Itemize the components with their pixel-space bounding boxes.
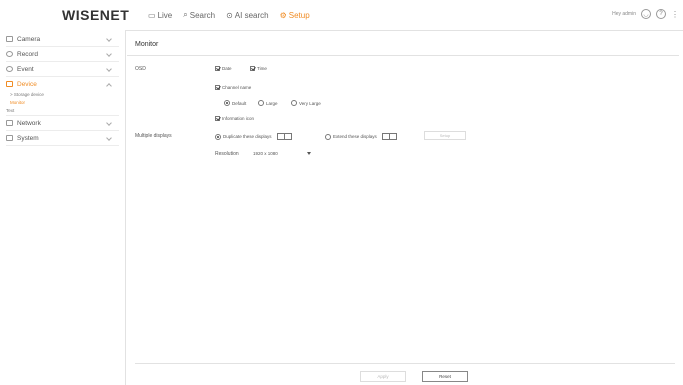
sidebar-item-network[interactable]: Network — [6, 115, 119, 131]
sidebar-sub-storage[interactable]: > Storage device — [10, 91, 125, 99]
camera-icon — [6, 36, 13, 42]
size-default-label: Default — [232, 100, 247, 106]
nav-search-label: Search — [189, 10, 216, 20]
information-icon-label: Information icon — [222, 116, 255, 121]
chevron-down-icon — [106, 120, 112, 126]
sidebar: Camera Record Event Device > Storage dev… — [0, 30, 126, 385]
sidebar-item-device[interactable]: Device — [6, 77, 119, 91]
duplicate-displays-label: Duplicate these displays — [223, 134, 272, 139]
ai-search-icon: ⊙ — [226, 10, 233, 20]
nav-live-label: Live — [157, 10, 173, 20]
sidebar-item-label: System — [17, 134, 39, 142]
size-very-large-label: Very Large — [299, 100, 321, 106]
search-icon: ⌕ — [183, 10, 188, 19]
sidebar-item-label: Device — [17, 80, 37, 88]
size-large-label: Large — [266, 100, 278, 106]
channel-name-label: Channel name — [222, 85, 252, 90]
radio-icon — [258, 100, 264, 106]
sidebar-item-camera[interactable]: Camera — [6, 32, 119, 47]
resolution-select[interactable]: 1920 x 1080 — [253, 149, 313, 158]
top-right: Hey admin ◡ ? ⋮ — [612, 9, 679, 19]
size-large-radio[interactable]: Large — [258, 100, 278, 106]
chevron-down-icon — [106, 51, 112, 57]
sidebar-sub-monitor[interactable]: Monitor — [10, 99, 125, 107]
checkbox-icon — [250, 66, 255, 71]
nav-ai-search[interactable]: ⊙ AI search — [226, 10, 269, 20]
title-divider — [127, 55, 679, 56]
main-panel: Monitor OSD Date Time Channel name Defau… — [127, 30, 683, 385]
sidebar-item-event[interactable]: Event — [6, 62, 119, 77]
chevron-down-icon — [106, 135, 112, 141]
nav-live[interactable]: ▭ Live — [148, 10, 172, 20]
checkbox-icon — [215, 66, 220, 71]
event-icon — [6, 66, 13, 72]
setup-button[interactable]: Setup — [424, 131, 466, 140]
chevron-down-icon — [106, 36, 112, 42]
osd-date-checkbox[interactable]: Date — [215, 66, 232, 71]
gear-icon: ⚙ — [279, 10, 287, 20]
extend-displays-label: Extend these displays — [333, 134, 377, 139]
record-icon — [6, 51, 13, 57]
duplicate-displays-radio[interactable]: Duplicate these displays — [215, 133, 292, 140]
resolution-label: Resolution — [215, 151, 239, 157]
multiple-displays-label: Multiple displays — [135, 133, 172, 139]
sidebar-item-label: Event — [17, 65, 34, 73]
sidebar-item-record[interactable]: Record — [6, 47, 119, 62]
logo: WISENET — [62, 7, 130, 23]
checkbox-icon — [215, 85, 220, 90]
nav-setup-label: Setup — [288, 10, 310, 20]
sidebar-sub-text[interactable]: Text — [6, 107, 125, 115]
dual-monitor-icon — [276, 133, 292, 140]
channel-name-checkbox[interactable]: Channel name — [215, 85, 251, 90]
nav-setup[interactable]: ⚙ Setup — [280, 10, 310, 20]
device-icon — [6, 81, 13, 87]
sidebar-item-label: Record — [17, 50, 38, 58]
apply-button[interactable]: Apply — [360, 371, 406, 382]
top-bar: WISENET ▭ Live ⌕ Search ⊙ AI search ⚙ Setup … — [0, 0, 683, 31]
osd-date-label: Date — [222, 66, 232, 71]
nav-search[interactable]: ⌕ Search — [183, 10, 215, 20]
radio-icon — [291, 100, 297, 106]
size-default-radio[interactable]: Default — [224, 100, 246, 106]
resolution-value: 1920 x 1080 — [253, 151, 278, 156]
page-title: Monitor — [135, 41, 159, 48]
user-icon[interactable]: ◡ — [641, 9, 651, 19]
nav-ai-search-label: AI search — [234, 10, 269, 20]
sidebar-item-label: Camera — [17, 35, 41, 43]
information-icon-checkbox[interactable]: Information icon — [215, 116, 254, 121]
chevron-down-icon — [106, 66, 112, 72]
footer-divider — [135, 363, 675, 364]
size-very-large-radio[interactable]: Very Large — [291, 100, 321, 106]
checkbox-icon — [215, 116, 220, 121]
network-icon — [6, 120, 13, 126]
help-icon[interactable]: ? — [656, 9, 666, 19]
radio-icon — [224, 100, 230, 106]
sidebar-item-system[interactable]: System — [6, 131, 119, 146]
osd-time-checkbox[interactable]: Time — [250, 66, 267, 71]
reset-button[interactable]: Reset — [422, 371, 468, 382]
system-icon — [6, 135, 13, 141]
monitor-icon: ▭ — [148, 10, 156, 20]
top-nav: ▭ Live ⌕ Search ⊙ AI search ⚙ Setup — [148, 10, 310, 20]
dual-monitor-icon — [381, 133, 397, 140]
chevron-up-icon — [106, 83, 112, 89]
user-label: Hey admin — [612, 11, 636, 17]
radio-icon — [325, 133, 331, 140]
chevron-down-icon — [307, 152, 311, 155]
menu-icon[interactable]: ⋮ — [671, 10, 679, 19]
extend-displays-radio[interactable]: Extend these displays — [325, 133, 397, 140]
osd-label: OSD — [135, 66, 146, 72]
sidebar-item-label: Network — [17, 119, 41, 127]
osd-time-label: Time — [257, 66, 267, 71]
radio-icon — [215, 133, 221, 140]
